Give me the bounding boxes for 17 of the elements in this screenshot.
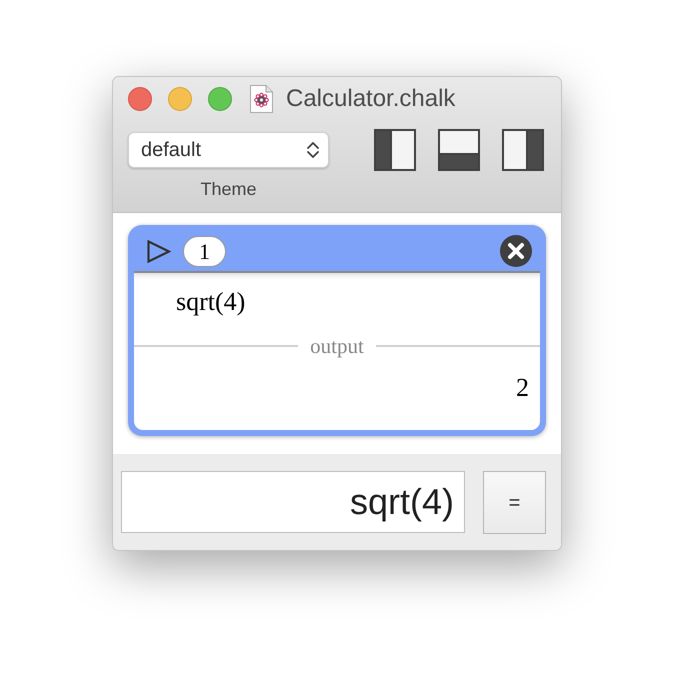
- entry-output-text: 2: [516, 373, 529, 403]
- chevron-up-down-icon: [306, 140, 320, 160]
- theme-dropdown[interactable]: default: [128, 132, 329, 168]
- output-label: output: [309, 333, 365, 359]
- entry-input-text: sqrt(4): [176, 287, 246, 317]
- play-icon[interactable]: [147, 240, 171, 262]
- sidebar-right-icon[interactable]: [502, 129, 544, 171]
- panel-bottom-icon[interactable]: [438, 129, 480, 171]
- window-close-icon[interactable]: [128, 86, 152, 110]
- equals-button[interactable]: =: [483, 471, 546, 534]
- window-title: Calculator.chalk: [286, 84, 456, 112]
- theme-label: Theme: [200, 179, 257, 200]
- close-icon[interactable]: [500, 235, 532, 267]
- sidebar-left-icon[interactable]: [374, 129, 416, 171]
- document-icon: [250, 84, 273, 112]
- expression-field[interactable]: sqrt(4): [121, 471, 465, 533]
- entry-number: 1: [183, 236, 226, 266]
